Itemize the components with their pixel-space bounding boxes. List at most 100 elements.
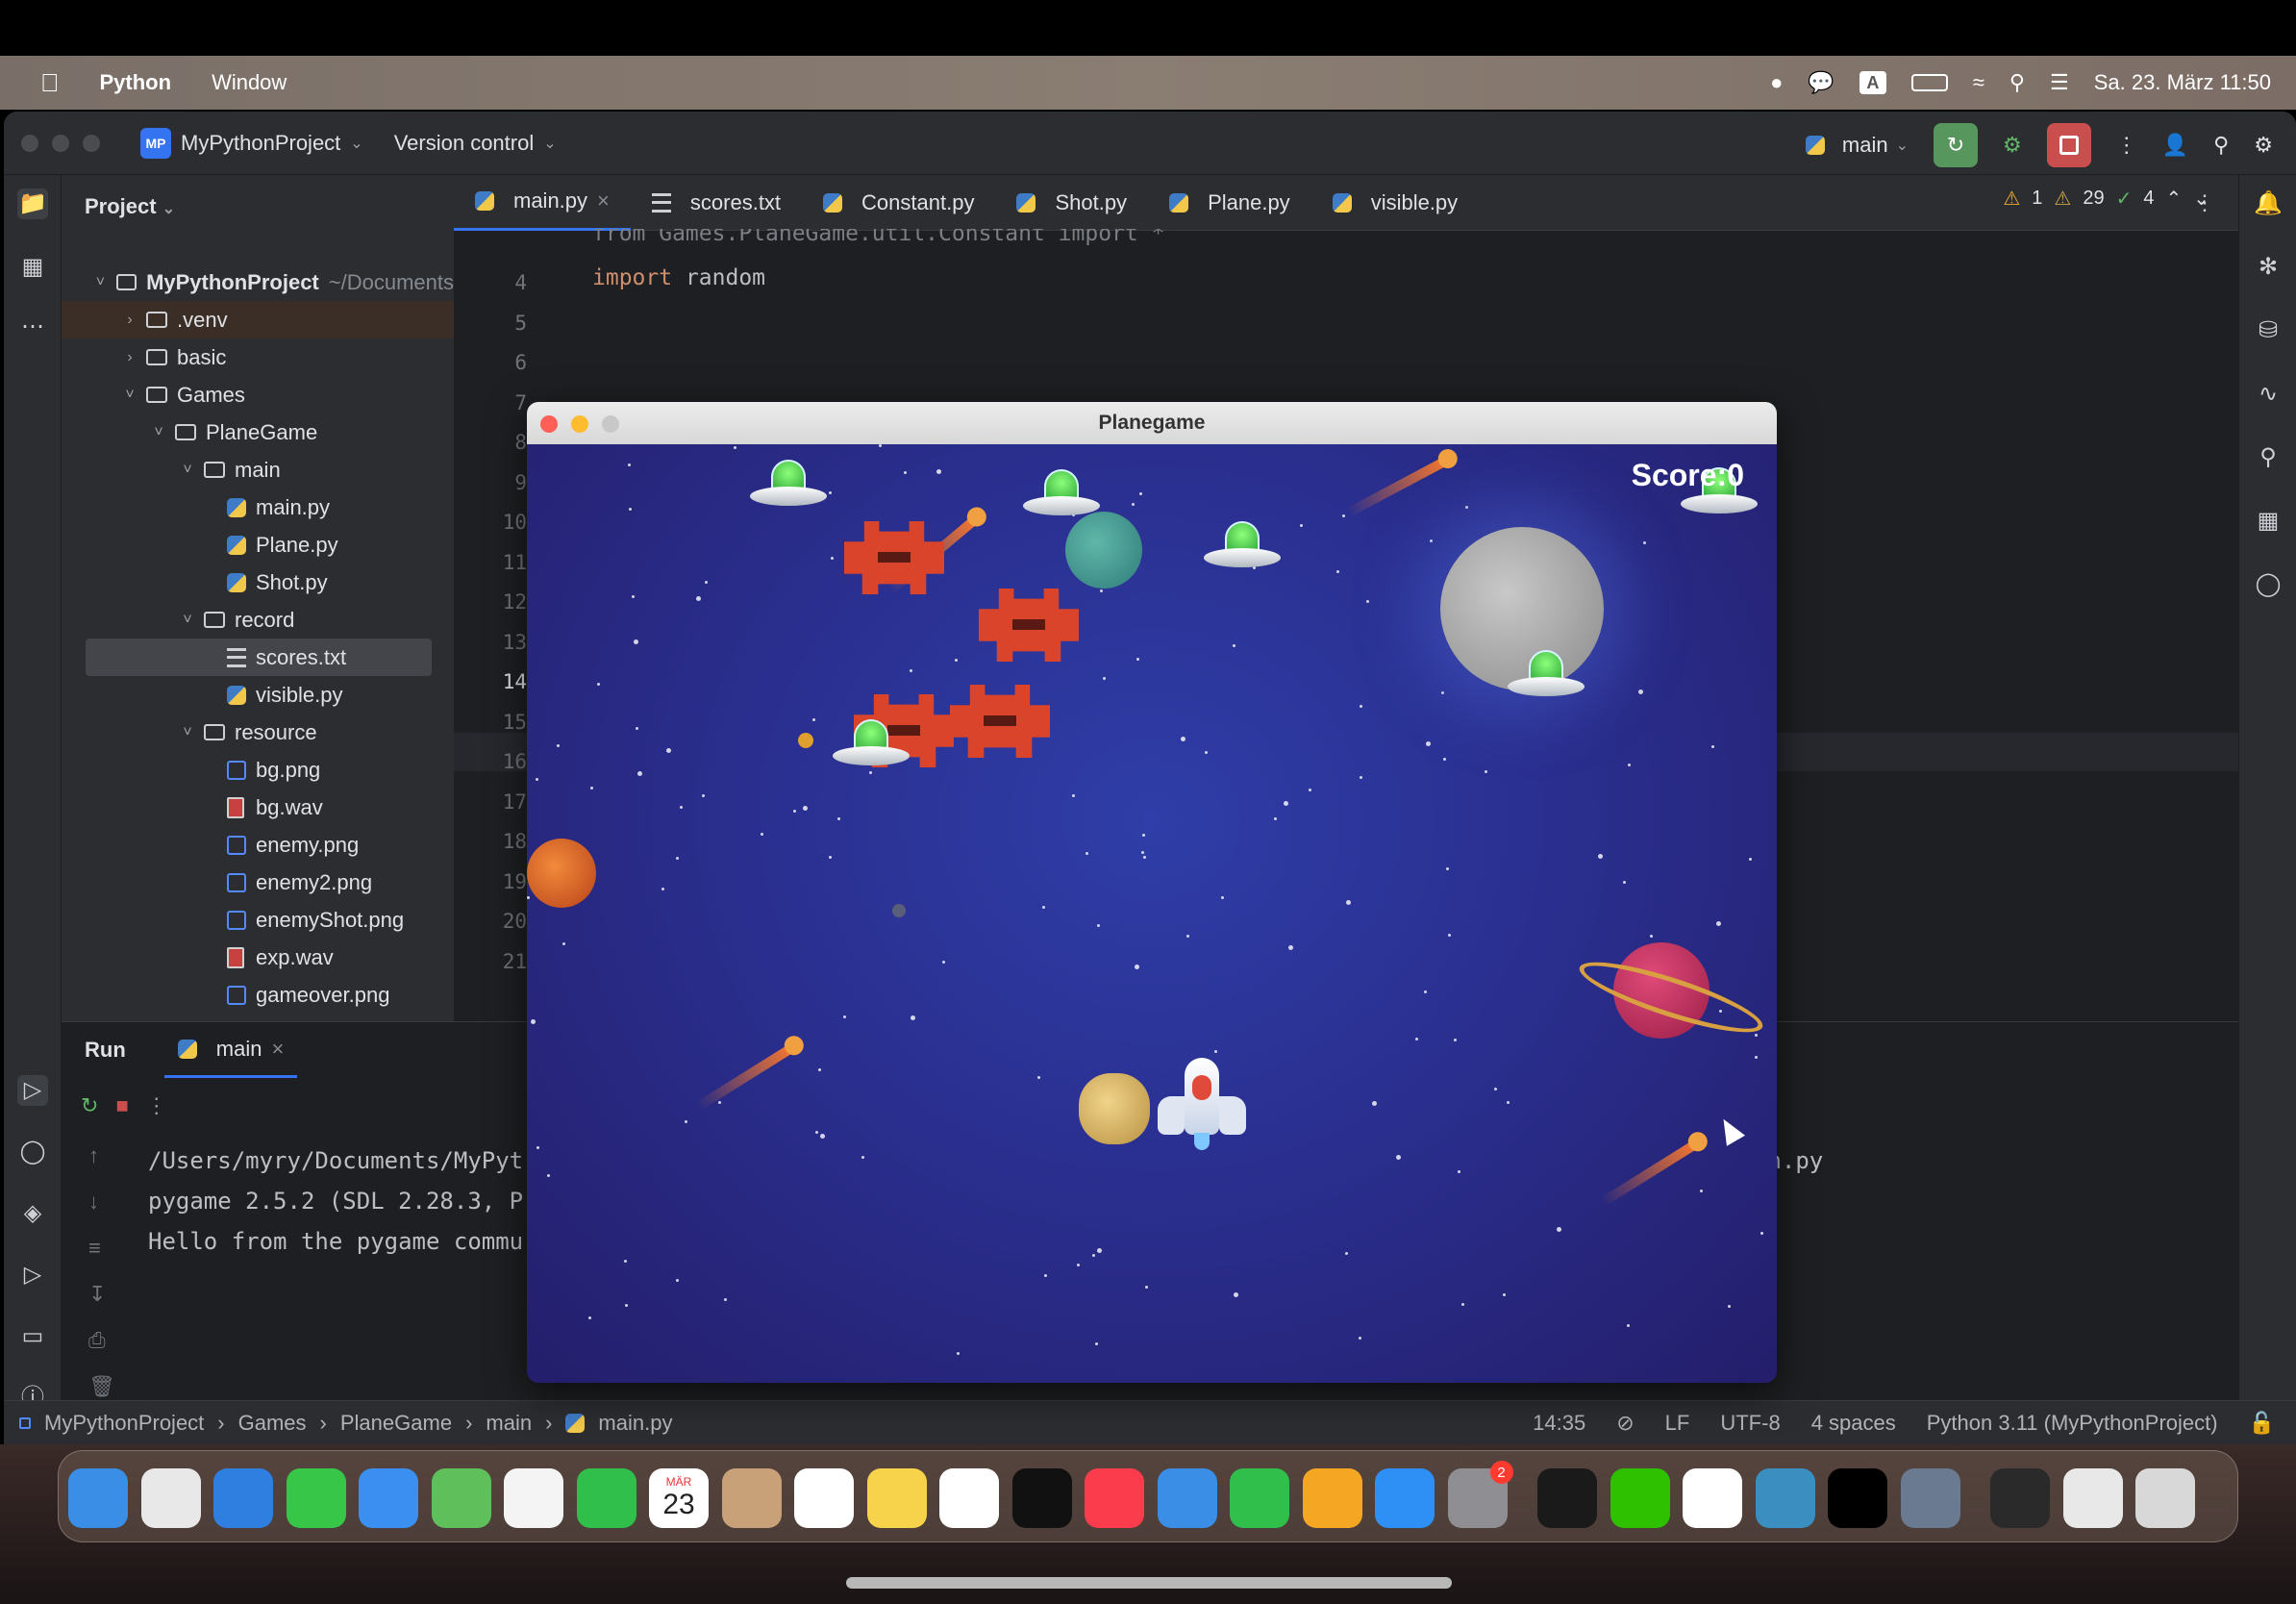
code-line-import[interactable]: import random — [592, 265, 765, 290]
menu-datetime[interactable]: Sa. 23. März 11:50 — [2094, 70, 2271, 95]
stop-icon[interactable]: ■ — [115, 1093, 128, 1118]
menu-window[interactable]: Window — [212, 70, 287, 95]
print-icon[interactable]: ⎙ — [88, 1328, 115, 1353]
chevron-down-icon[interactable]: ⌄ — [2193, 187, 2209, 211]
project-panel-header[interactable]: Project ⌄ — [85, 194, 175, 219]
game-minimize-button[interactable] — [571, 415, 588, 433]
breadcrumb-item[interactable]: main — [486, 1411, 532, 1436]
screen-record-icon[interactable]: ● — [1770, 70, 1783, 95]
notes-icon[interactable] — [866, 1468, 927, 1528]
tree-folder-main[interactable]: ˅ main — [62, 451, 454, 489]
chevron-up-icon[interactable]: ⌃ — [2165, 187, 2182, 211]
indent-setting[interactable]: 4 spaces — [1811, 1411, 1896, 1436]
chevron-down-icon[interactable]: ˅ — [177, 612, 198, 629]
music-icon[interactable] — [1085, 1468, 1144, 1528]
window-minimize-button[interactable] — [52, 135, 69, 152]
more-actions-icon[interactable]: ⋮ — [2116, 133, 2137, 158]
tab-constant-py[interactable]: Constant.py — [802, 175, 995, 231]
wechat-icon[interactable] — [1610, 1468, 1670, 1528]
finder-icon[interactable] — [68, 1468, 128, 1528]
run-tool-icon[interactable]: ▷ — [17, 1075, 48, 1106]
chevron-down-icon[interactable]: ˅ — [177, 462, 198, 479]
screenshot-window-icon[interactable] — [1990, 1468, 2050, 1528]
freeform-icon[interactable] — [939, 1468, 999, 1528]
tab-main-py[interactable]: main.py × — [454, 175, 631, 231]
ai-app-icon[interactable] — [1900, 1468, 1960, 1528]
tab-visible-py[interactable]: visible.py — [1311, 175, 1479, 231]
database-icon[interactable]: ⛁ — [2253, 315, 2284, 346]
tree-folder-resource[interactable]: ˅ resource — [62, 714, 454, 751]
battery-icon[interactable] — [1910, 74, 1948, 91]
tree-file-bg-wav[interactable]: bg.wav — [62, 789, 454, 826]
tree-file-visible-py[interactable]: visible.py — [62, 676, 454, 714]
app-store-icon[interactable] — [1375, 1468, 1435, 1528]
caret-position[interactable]: 14:35 — [1533, 1411, 1585, 1436]
menu-app-name[interactable]: Python — [100, 70, 172, 95]
photos-icon[interactable] — [504, 1468, 563, 1528]
project-switcher[interactable]: MP MyPythonProject ⌄ Version control ⌄ — [140, 127, 557, 160]
window-close-button[interactable] — [21, 135, 38, 152]
version-control-menu[interactable]: Version control — [394, 131, 535, 156]
sciview-icon[interactable]: ∿ — [2253, 379, 2284, 410]
tree-file-enemy-png[interactable]: enemy.png — [62, 826, 454, 864]
python-interpreter[interactable]: Python 3.11 (MyPythonProject) — [1927, 1411, 2218, 1436]
notifications-bell-icon[interactable]: 🔔 — [2253, 188, 2284, 219]
lock-icon[interactable]: 🔓 — [2249, 1411, 2275, 1436]
scroll-down-icon[interactable]: ↓ — [88, 1190, 115, 1215]
chevron-down-icon[interactable]: ˅ — [148, 424, 169, 441]
tree-file-enemy2-png[interactable]: enemy2.png — [62, 864, 454, 901]
keynote-icon[interactable] — [1157, 1468, 1217, 1528]
scroll-up-icon[interactable]: ↑ — [88, 1143, 115, 1168]
wechat-icon[interactable]: 💬 — [1808, 70, 1834, 95]
close-icon[interactable]: × — [597, 188, 610, 213]
facetime-icon[interactable] — [576, 1468, 636, 1528]
tree-file-shot-py[interactable]: Shot.py — [62, 564, 454, 601]
clear-trash-icon[interactable]: 🗑 — [88, 1374, 115, 1399]
breadcrumb-item[interactable]: MyPythonProject — [44, 1411, 204, 1436]
code-with-me-icon[interactable]: 👤 — [2162, 133, 2188, 158]
file-encoding[interactable]: UTF-8 — [1720, 1411, 1780, 1436]
coverage-icon[interactable]: ▦ — [2253, 506, 2284, 537]
run-tab-main[interactable]: main × — [163, 1022, 298, 1078]
ai-off-icon[interactable]: ⊘ — [1616, 1411, 1634, 1436]
more-icon[interactable]: ⋮ — [146, 1093, 167, 1118]
numbers-icon[interactable] — [1230, 1468, 1289, 1528]
messages-icon[interactable] — [286, 1468, 346, 1528]
chevron-down-icon[interactable]: ˅ — [119, 387, 140, 404]
stop-button[interactable] — [2046, 123, 2091, 167]
pages-icon[interactable] — [1302, 1468, 1362, 1528]
terminal-icon[interactable] — [1537, 1468, 1597, 1528]
search-everywhere-icon[interactable]: ⚲ — [2213, 133, 2229, 158]
tree-file-main-py[interactable]: main.py — [62, 489, 454, 526]
mail-icon[interactable] — [359, 1468, 418, 1528]
rerun-icon[interactable]: ↻ — [81, 1093, 98, 1118]
project-tool-folder-icon[interactable]: 📁 — [17, 188, 48, 219]
system-settings-icon[interactable]: 2 — [1447, 1461, 1513, 1528]
contacts-icon[interactable] — [721, 1468, 782, 1528]
debug-icon[interactable]: ⚙ — [2003, 133, 2022, 158]
breadcrumb-item[interactable]: PlaneGame — [340, 1411, 452, 1436]
services-icon[interactable]: ▷ — [17, 1260, 48, 1291]
soft-wrap-icon[interactable]: ≡ — [88, 1236, 115, 1261]
more-tools-icon[interactable]: ⋯ — [17, 312, 48, 342]
wifi-icon[interactable]: ≈ — [1973, 70, 1984, 95]
scroll-to-end-icon[interactable]: ↧ — [88, 1282, 115, 1307]
chrome-icon[interactable] — [1683, 1468, 1742, 1528]
window-zoom-button[interactable] — [83, 135, 100, 152]
structure-icon[interactable]: ▦ — [17, 252, 48, 283]
tree-folder-basic[interactable]: › basic — [62, 338, 454, 376]
chevron-right-icon[interactable]: › — [119, 312, 140, 329]
chevron-down-icon[interactable]: ˅ — [177, 724, 198, 741]
spotlight-search-icon[interactable]: ⚲ — [2009, 70, 2025, 95]
qodana-icon[interactable]: ◯ — [2253, 569, 2284, 600]
ai-assistant-icon[interactable]: ✻ — [2253, 252, 2284, 283]
tab-shot-py[interactable]: Shot.py — [995, 175, 1148, 231]
screenshot-window-2-icon[interactable] — [2062, 1468, 2123, 1528]
tree-file-bg-png[interactable]: bg.png — [62, 751, 454, 789]
game-close-button[interactable] — [540, 415, 558, 433]
branch-selector[interactable]: main ⌄ — [1805, 133, 1909, 158]
tree-root[interactable]: ˅ MyPythonProject ~/Documents — [62, 263, 454, 301]
tab-scores-txt[interactable]: scores.txt — [631, 175, 802, 231]
calendar-icon[interactable]: MÄR 23 — [649, 1468, 709, 1528]
inspection-widget[interactable]: ⚠ 1 ⚠ 29 ✓ 4 ⌃ ⌄ — [2003, 187, 2209, 211]
